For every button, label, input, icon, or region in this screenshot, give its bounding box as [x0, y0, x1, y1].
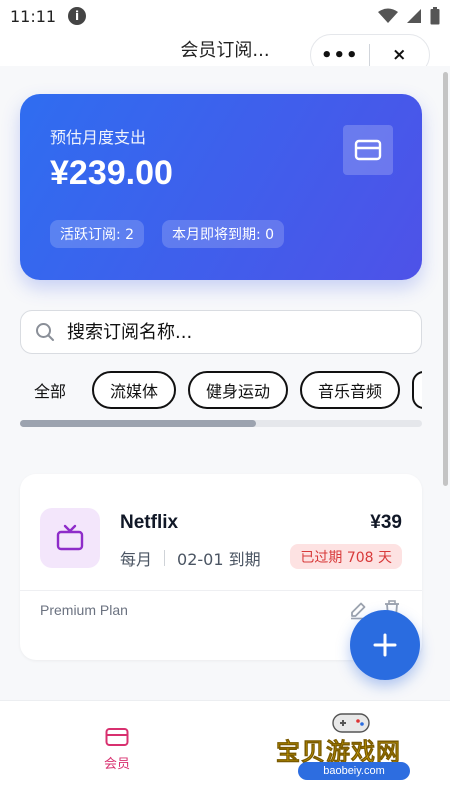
plus-icon	[373, 633, 397, 657]
tab-member-label: 会员	[103, 757, 130, 772]
monthly-spend-label: 预估月度支出	[50, 128, 147, 147]
active-subscriptions-badge: 活跃订阅: 2	[50, 220, 145, 248]
status-time: 11:11	[10, 6, 57, 26]
filter-chip-fitness[interactable]: 健身运动	[188, 371, 289, 409]
watermark-logo: 宝贝游戏网 baobeiy.com	[270, 700, 440, 796]
summary-card: 预估月度支出 ¥239.00 活跃订阅: 2 本月即将到期: 0	[20, 94, 422, 280]
signal-icon	[407, 9, 421, 23]
card-divider	[20, 590, 422, 591]
status-icons	[378, 7, 440, 25]
more-button[interactable]: •••	[311, 45, 369, 66]
info-icon: i	[68, 7, 87, 25]
filter-chip-all[interactable]: 全部	[20, 371, 80, 409]
monthly-spend-amount: ¥239.00	[50, 154, 173, 192]
watermark-url: baobeiy.com	[298, 762, 410, 780]
add-subscription-button[interactable]	[350, 610, 420, 680]
filter-chip-streaming[interactable]: 流媒体	[92, 371, 177, 409]
subscription-price: ¥39	[370, 512, 402, 533]
due-date: 02-01 到期	[177, 550, 261, 569]
search-input[interactable]	[67, 321, 387, 343]
plan-name: Premium Plan	[40, 602, 128, 618]
status-bar: 11:11 i	[0, 0, 450, 32]
close-button[interactable]: ×	[370, 45, 430, 65]
tab-member[interactable]: 会员	[92, 727, 142, 772]
member-card-icon	[105, 728, 129, 746]
wifi-icon	[378, 8, 398, 23]
expiring-soon-badge: 本月即将到期: 0	[162, 220, 285, 248]
cycle-divider	[164, 550, 166, 566]
battery-icon	[430, 7, 440, 25]
tv-icon	[40, 508, 100, 568]
filter-scroll-thumb[interactable]	[20, 420, 256, 427]
vertical-scrollbar[interactable]	[443, 72, 448, 486]
subscription-name: Netflix	[120, 512, 179, 533]
filter-chip-music[interactable]: 音乐音频	[300, 371, 401, 409]
billing-cycle: 每月	[120, 550, 153, 569]
filter-chip-more[interactable]	[412, 371, 422, 409]
search-box[interactable]	[20, 310, 422, 354]
subscription-cycle-row: 每月 02-01 到期	[120, 546, 261, 570]
category-filter-bar[interactable]: 全部 流媒体 健身运动 音乐音频	[20, 370, 422, 410]
credit-card-icon	[343, 125, 393, 175]
status-badge: 已过期 708 天	[290, 544, 402, 569]
search-icon	[36, 323, 54, 341]
